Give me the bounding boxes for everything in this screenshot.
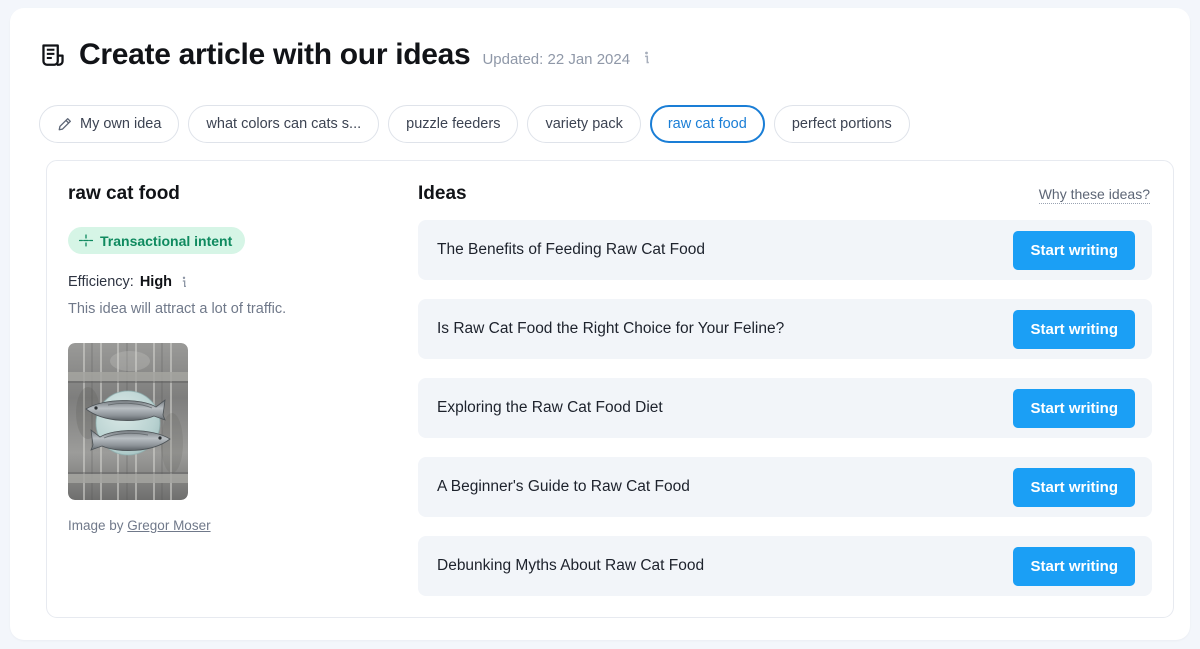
efficiency-row: Efficiency: High [68, 274, 398, 290]
pencil-icon [57, 117, 72, 132]
ideas-panel: Ideas Why these ideas? The Benefits of F… [418, 183, 1152, 596]
tab-label: My own idea [80, 116, 162, 132]
start-writing-button[interactable]: Start writing [1013, 467, 1135, 507]
efficiency-value: High [139, 274, 173, 290]
intent-badge: Transactional intent [68, 227, 246, 254]
idea-title: Debunking Myths About Raw Cat Food [437, 557, 705, 574]
efficiency-label: Efficiency: [68, 274, 134, 290]
tab-perfect-portions[interactable]: perfect portions [773, 105, 910, 143]
list-item[interactable]: Debunking Myths About Raw Cat Food Start… [418, 536, 1152, 596]
updated-timestamp: Updated: 22 Jan 2024 [482, 51, 631, 68]
intent-badge-label: Transactional intent [100, 232, 233, 249]
start-writing-button[interactable]: Start writing [1013, 309, 1135, 349]
idea-detail-card: raw cat food Transactional intent Effici… [46, 160, 1174, 618]
image-credit: Image by Gregor Moser [68, 518, 398, 533]
article-document-icon [40, 42, 66, 68]
idea-image [68, 343, 188, 500]
idea-image-wrapper [68, 343, 398, 500]
tab-label: variety pack [545, 116, 623, 132]
start-writing-button[interactable]: Start writing [1013, 230, 1135, 270]
info-icon[interactable] [640, 51, 653, 65]
tab-label: what colors can cats s... [206, 116, 362, 132]
tab-what-colors-can-cats-s[interactable]: what colors can cats s... [188, 105, 380, 143]
tab-label: puzzle feeders [406, 116, 501, 132]
tab-puzzle-feeders[interactable]: puzzle feeders [388, 105, 519, 143]
tab-label: raw cat food [667, 116, 747, 132]
start-writing-button[interactable]: Start writing [1013, 388, 1135, 428]
main-card: Create article with our ideas Updated: 2… [10, 8, 1190, 640]
idea-title: Is Raw Cat Food the Right Choice for You… [437, 320, 785, 337]
keyword-title: raw cat food [68, 183, 180, 204]
keyword-tabs: My own idea what colors can cats s... pu… [39, 105, 910, 143]
tab-label: perfect portions [791, 116, 892, 132]
efficiency-description: This idea will attract a lot of traffic. [68, 301, 287, 317]
why-these-ideas-link[interactable]: Why these ideas? [1038, 186, 1150, 204]
intent-dashes-icon [78, 234, 94, 247]
ideas-list: The Benefits of Feeding Raw Cat Food Sta… [418, 220, 1152, 596]
info-icon[interactable] [178, 276, 190, 289]
page-header: Create article with our ideas Updated: 2… [40, 38, 653, 72]
idea-title: A Beginner's Guide to Raw Cat Food [437, 478, 690, 495]
ideas-header: Ideas Why these ideas? [418, 183, 1152, 205]
ideas-title: Ideas [418, 183, 467, 204]
page-title: Create article with our ideas [79, 38, 471, 71]
list-item[interactable]: Is Raw Cat Food the Right Choice for You… [418, 299, 1152, 359]
tab-variety-pack[interactable]: variety pack [527, 105, 641, 143]
image-credit-author-link[interactable]: Gregor Moser [127, 518, 210, 533]
start-writing-button[interactable]: Start writing [1013, 546, 1135, 586]
image-credit-prefix: Image by [68, 518, 124, 533]
tab-raw-cat-food[interactable]: raw cat food [649, 105, 765, 143]
list-item[interactable]: A Beginner's Guide to Raw Cat Food Start… [418, 457, 1152, 517]
idea-title: The Benefits of Feeding Raw Cat Food [437, 241, 705, 258]
list-item[interactable]: The Benefits of Feeding Raw Cat Food Sta… [418, 220, 1152, 280]
keyword-panel: raw cat food Transactional intent Effici… [68, 183, 398, 533]
idea-title: Exploring the Raw Cat Food Diet [437, 399, 663, 416]
list-item[interactable]: Exploring the Raw Cat Food Diet Start wr… [418, 378, 1152, 438]
tab-my-own-idea[interactable]: My own idea [39, 105, 180, 143]
